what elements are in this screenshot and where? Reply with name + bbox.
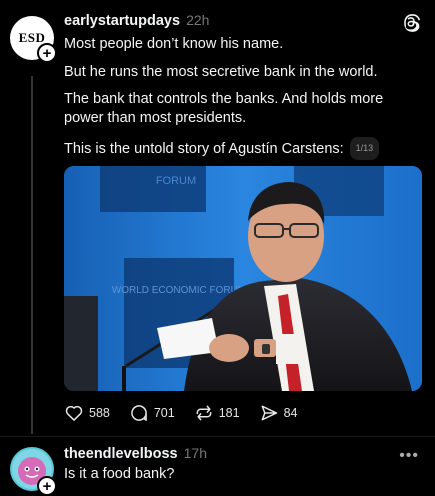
reply-post: + theendlevelboss 17h ••• Is it a food b… bbox=[0, 436, 435, 496]
more-icon[interactable]: ••• bbox=[399, 447, 419, 465]
like-count: 588 bbox=[89, 406, 110, 420]
repost-icon bbox=[196, 405, 212, 421]
paragraph: But he runs the most secretive bank in t… bbox=[64, 63, 378, 80]
heart-icon bbox=[65, 405, 83, 421]
comment-icon bbox=[131, 405, 147, 421]
post-photo[interactable]: WORLD ECONOMIC FORUM FORUM bbox=[64, 166, 422, 391]
repost-count: 181 bbox=[218, 406, 240, 420]
paragraph: This is the untold story of Agustín Cars… bbox=[64, 140, 344, 157]
username[interactable]: theendlevelboss bbox=[64, 446, 178, 462]
page-counter-badge: 1/13 bbox=[349, 136, 380, 160]
paragraph-last: This is the untold story of Agustín Cars… bbox=[64, 136, 424, 160]
reply-button[interactable]: 701 bbox=[129, 403, 175, 423]
paragraph: The bank that controls the banks. And ho… bbox=[64, 91, 384, 126]
threads-logo-icon[interactable] bbox=[401, 12, 421, 32]
username[interactable]: earlystartupdays bbox=[64, 13, 180, 29]
photo-illustration: WORLD ECONOMIC FORUM FORUM bbox=[64, 166, 422, 391]
backdrop-text: WORLD ECONOMIC FORUM bbox=[112, 285, 246, 296]
backdrop-text: FORUM bbox=[156, 175, 196, 187]
thread-line bbox=[31, 76, 33, 434]
like-button[interactable]: 588 bbox=[64, 403, 110, 423]
post-time: 22h bbox=[186, 12, 210, 28]
thread-post: ESD + earlystartupdays 22h Most people d… bbox=[0, 0, 435, 434]
share-count: 84 bbox=[283, 406, 298, 420]
reply-time: 17h bbox=[183, 445, 207, 461]
post-header: earlystartupdays 22h bbox=[64, 12, 209, 29]
share-icon bbox=[261, 405, 277, 421]
follow-plus-icon[interactable]: + bbox=[37, 476, 57, 496]
paragraph: Most people don’t know his name. bbox=[64, 36, 284, 52]
reply-header: theendlevelboss 17h bbox=[64, 445, 207, 462]
post-body: Most people don’t know his name. But he … bbox=[64, 35, 424, 168]
post-actions: 588 701 181 84 bbox=[64, 403, 316, 423]
reply-text: Is it a food bank? bbox=[64, 466, 175, 482]
share-button[interactable]: 84 bbox=[259, 403, 298, 423]
reply-count: 701 bbox=[153, 406, 175, 420]
follow-plus-icon[interactable]: + bbox=[37, 43, 57, 63]
repost-button[interactable]: 181 bbox=[194, 403, 240, 423]
